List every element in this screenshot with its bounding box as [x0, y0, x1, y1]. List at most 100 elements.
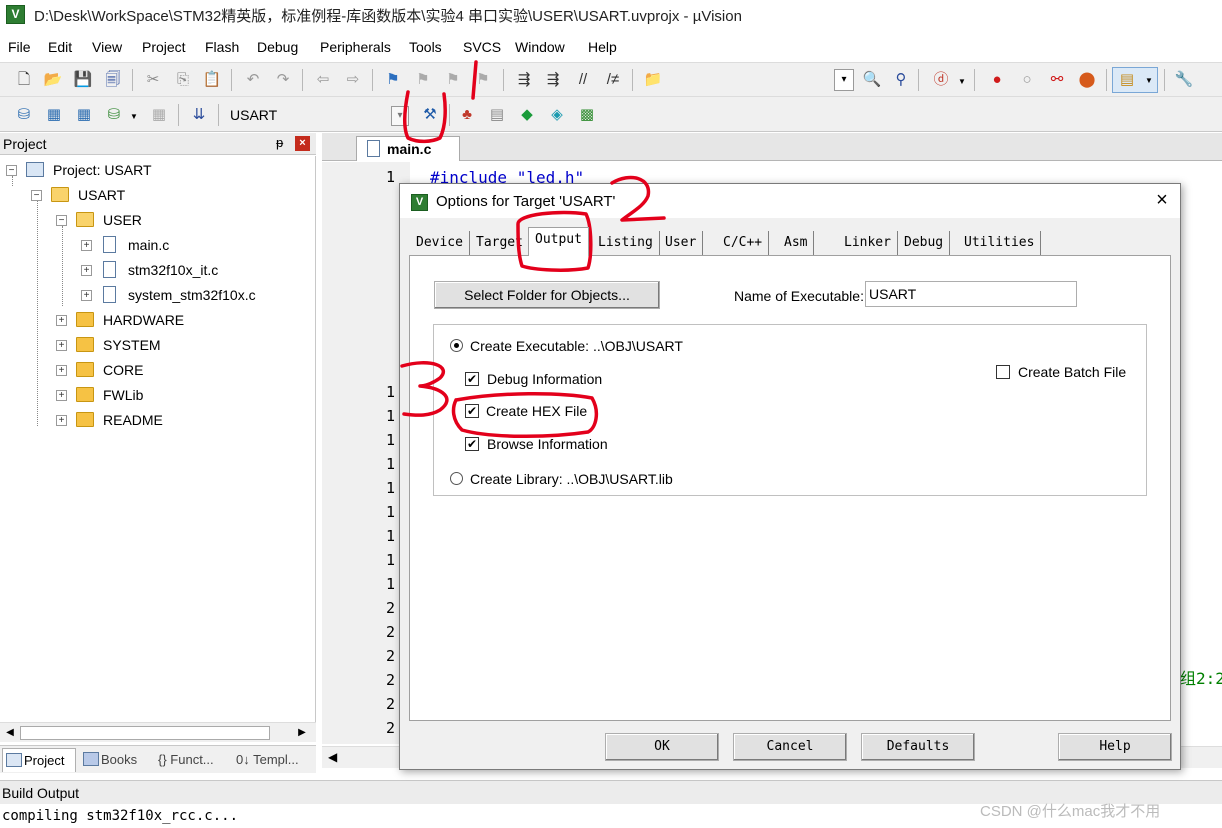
menu-file[interactable]: File [8, 39, 31, 55]
menu-svcs[interactable]: SVCS [463, 39, 501, 55]
window-layout-button[interactable]: ▤ ▼ [1112, 67, 1158, 93]
collapse-icon[interactable]: − [31, 190, 42, 201]
build-icon[interactable]: ▦ [43, 104, 65, 126]
tab-c-cpp[interactable]: C/C++ [717, 231, 770, 255]
debug-dropdown-icon[interactable]: ▼ [958, 77, 966, 86]
insert-breakpoint-icon[interactable]: ● [986, 69, 1008, 91]
create-library-radio[interactable] [450, 472, 463, 485]
create-executable-radio[interactable] [450, 339, 463, 352]
pack-installer-icon[interactable]: ◈ [546, 104, 568, 126]
menu-tools[interactable]: Tools [409, 39, 442, 55]
help-button[interactable]: Help [1058, 733, 1172, 761]
translate-icon[interactable]: ⛁ [13, 104, 35, 126]
menu-help[interactable]: Help [588, 39, 617, 55]
scrollbar-thumb[interactable] [20, 726, 270, 740]
tree-node-group-hardware[interactable]: + HARDWARE [56, 310, 296, 332]
download-icon[interactable]: ⇊ [188, 104, 210, 126]
tab-output[interactable]: Output [528, 227, 589, 256]
tree-node-group-system[interactable]: + SYSTEM [56, 335, 296, 357]
expand-icon[interactable]: + [56, 315, 67, 326]
collapse-icon[interactable]: − [6, 165, 17, 176]
tab-main-c[interactable]: main.c [356, 136, 460, 161]
nav-back-icon[interactable]: ⇦ [312, 69, 334, 91]
tree-file-main-c[interactable]: + main.c [81, 235, 301, 257]
expand-icon[interactable]: + [81, 290, 92, 301]
defaults-button[interactable]: Defaults [861, 733, 975, 761]
browse-information-checkbox[interactable]: ✔ [465, 437, 479, 451]
indent-icon[interactable]: ⇶ [513, 69, 535, 91]
save-icon[interactable]: 💾 [72, 69, 94, 91]
manage-runtime-icon[interactable]: ◆ [516, 104, 538, 126]
tab-asm[interactable]: Asm [778, 231, 815, 255]
enable-breakpoint-icon[interactable]: ○ [1016, 69, 1038, 91]
pin-icon[interactable]: ᵽ [276, 135, 283, 150]
find-combo-dropdown[interactable]: ▾ [834, 69, 854, 91]
scroll-right-icon[interactable]: ▶ [294, 725, 310, 741]
executable-name-input[interactable]: USART [865, 281, 1077, 307]
expand-icon[interactable]: + [81, 240, 92, 251]
clear-bookmarks-icon[interactable]: ⚑ [472, 69, 494, 91]
manage-project-items-icon[interactable]: ♣ [456, 104, 478, 126]
ok-button[interactable]: OK [605, 733, 719, 761]
tab-templates[interactable]: 0↓ Templ... [236, 748, 314, 772]
target-select-label[interactable]: USART [230, 107, 277, 123]
uncomment-icon[interactable]: /≠ [602, 69, 624, 91]
scroll-left-icon[interactable]: ◀ [2, 725, 18, 741]
prev-bookmark-icon[interactable]: ⚑ [412, 69, 434, 91]
kill-breakpoints-icon[interactable]: ⬤ [1076, 69, 1098, 91]
tab-listing[interactable]: Listing [592, 231, 660, 255]
paste-icon[interactable]: 📋 [201, 69, 223, 91]
menu-project[interactable]: Project [142, 39, 186, 55]
options-for-target-icon[interactable]: ⚒ [419, 104, 441, 126]
disable-breakpoints-icon[interactable]: ⚯ [1046, 69, 1068, 91]
select-packs-icon[interactable]: ▤ [486, 104, 508, 126]
batch-build-icon[interactable]: ⛁ [103, 104, 125, 126]
find-icon[interactable]: 🔍 [861, 69, 883, 91]
cut-icon[interactable]: ✂ [142, 69, 164, 91]
unindent-icon[interactable]: ⇶ [542, 69, 564, 91]
event-recorder-icon[interactable]: ▩ [576, 104, 598, 126]
tree-node-group-user[interactable]: − USER [56, 210, 296, 232]
expand-icon[interactable]: + [56, 365, 67, 376]
batch-build-dropdown-icon[interactable]: ▼ [130, 112, 138, 121]
close-icon[interactable]: × [295, 136, 310, 151]
stop-build-icon[interactable]: ▦ [148, 104, 170, 126]
debug-information-checkbox[interactable]: ✔ [465, 372, 479, 386]
bookmark-icon[interactable]: ⚑ [382, 69, 404, 91]
collapse-icon[interactable]: − [56, 215, 67, 226]
open-folder-icon[interactable]: 📂 [42, 69, 64, 91]
save-all-icon[interactable]: 🗐 [102, 69, 124, 91]
menu-window[interactable]: Window [515, 39, 565, 55]
copy-icon[interactable]: ⎘ [172, 69, 194, 91]
scroll-left-icon[interactable]: ◀ [328, 750, 337, 764]
tree-node-group-fwlib[interactable]: + FWLib [56, 385, 296, 407]
comment-icon[interactable]: // [572, 69, 594, 91]
menu-debug[interactable]: Debug [257, 39, 298, 55]
expand-icon[interactable]: + [81, 265, 92, 276]
tab-project[interactable]: Project [2, 748, 76, 772]
tree-node-group-core[interactable]: + CORE [56, 360, 296, 382]
target-select-dropdown[interactable]: ▾ [391, 106, 409, 126]
tree-file-system-c[interactable]: + system_stm32f10x.c [81, 285, 301, 307]
tab-debug[interactable]: Debug [898, 231, 951, 255]
redo-icon[interactable]: ↷ [272, 69, 294, 91]
menu-view[interactable]: View [92, 39, 122, 55]
incremental-find-icon[interactable]: ⚲ [890, 69, 912, 91]
tab-functions[interactable]: {} Funct... [158, 748, 232, 772]
tab-target[interactable]: Target [470, 231, 530, 255]
create-hex-file-checkbox[interactable]: ✔ [465, 404, 479, 418]
tab-device[interactable]: Device [410, 231, 470, 255]
undo-icon[interactable]: ↶ [242, 69, 264, 91]
create-batch-file-checkbox[interactable] [996, 365, 1010, 379]
cancel-button[interactable]: Cancel [733, 733, 847, 761]
tree-file-it-c[interactable]: + stm32f10x_it.c [81, 260, 301, 282]
tab-utilities[interactable]: Utilities [958, 231, 1042, 255]
nav-forward-icon[interactable]: ⇨ [342, 69, 364, 91]
menu-peripherals[interactable]: Peripherals [320, 39, 391, 55]
tab-user[interactable]: User [659, 231, 704, 255]
expand-icon[interactable]: + [56, 340, 67, 351]
tree-node-target[interactable]: − USART [31, 185, 301, 207]
menu-flash[interactable]: Flash [205, 39, 239, 55]
project-horizontal-scrollbar[interactable]: ◀ ▶ [0, 722, 316, 742]
tree-node-group-readme[interactable]: + README [56, 410, 296, 432]
